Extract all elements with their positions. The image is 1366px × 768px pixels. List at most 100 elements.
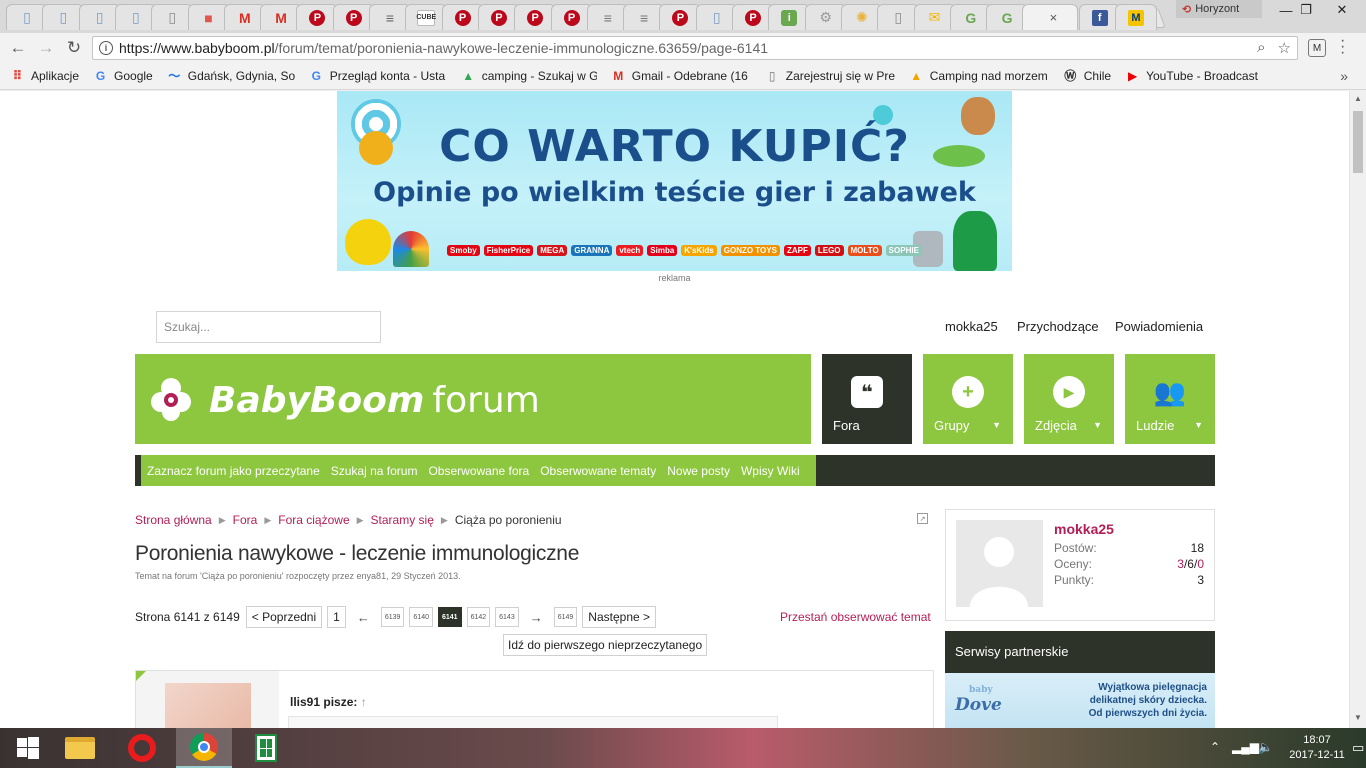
people-icon: 👥 bbox=[1153, 376, 1187, 407]
next-page-button[interactable]: Następne > bbox=[582, 606, 657, 628]
page-skip-right-icon[interactable]: → bbox=[530, 610, 543, 625]
subnav-new-posts[interactable]: Nowe posty bbox=[667, 464, 730, 478]
nav-tile-zdjecia[interactable]: ▶ Zdjęcia ▼ bbox=[1024, 354, 1114, 444]
browser-tab-active[interactable]: × bbox=[1022, 4, 1079, 30]
browser-tab[interactable]: P bbox=[514, 4, 557, 30]
chevron-down-icon[interactable]: ▼ bbox=[1093, 420, 1102, 430]
page-icon: ▯ bbox=[768, 68, 776, 83]
close-tab-icon[interactable]: × bbox=[1050, 10, 1058, 25]
subnav-watched-threads[interactable]: Obserwowane tematy bbox=[540, 464, 656, 478]
chrome-menu-icon[interactable]: · · · bbox=[1340, 33, 1345, 61]
browser-tab[interactable]: ▯ bbox=[877, 4, 920, 30]
page-link[interactable]: 6142 bbox=[466, 607, 491, 627]
bar-icon: ≡ bbox=[603, 9, 612, 26]
scrollbar-thumb[interactable] bbox=[1353, 111, 1363, 173]
bookmark-star-icon[interactable]: ☆ bbox=[1278, 39, 1291, 57]
nav-tile-grupy[interactable]: + Grupy ▼ bbox=[923, 354, 1013, 444]
network-icon[interactable]: ▂▄▆ bbox=[1232, 740, 1259, 754]
bookmark-item[interactable]: 〜 Gdańsk, Gdynia, Sopo bbox=[167, 68, 295, 84]
opera-icon[interactable] bbox=[114, 728, 170, 768]
windows-start-icon[interactable] bbox=[0, 728, 56, 768]
spreadsheet-icon[interactable] bbox=[238, 728, 294, 768]
browser-tab[interactable]: i bbox=[768, 4, 811, 30]
maximize-button[interactable]: ❐ bbox=[1286, 0, 1326, 20]
avatar[interactable] bbox=[165, 683, 251, 728]
scroll-up-icon[interactable]: ▲ bbox=[1354, 94, 1362, 103]
bookmark-item[interactable]: ▯ Zarejestruj się w Pres bbox=[765, 68, 895, 83]
site-logo-bar[interactable]: BabyBoom forum bbox=[135, 354, 811, 444]
bookmark-item[interactable]: G Google bbox=[93, 68, 153, 83]
bookmark-item[interactable]: M Gmail - Odebrane (16 bbox=[611, 68, 751, 83]
browser-tab[interactable]: ▯ bbox=[42, 4, 85, 30]
bar-icon: ≡ bbox=[640, 9, 649, 26]
subnav-search-forum[interactable]: Szukaj na forum bbox=[331, 464, 418, 478]
quote-jump-icon[interactable]: ↑ bbox=[361, 695, 367, 709]
bookmark-item[interactable]: G Przegląd konta - Usta bbox=[309, 68, 447, 83]
extension-icon[interactable]: M bbox=[1308, 39, 1326, 57]
bookmarks-more-button[interactable]: » bbox=[1340, 68, 1348, 84]
partner-ad[interactable]: baby Dove Wyjątkowa pielęgnacja delikatne… bbox=[945, 673, 1215, 728]
page-last-link[interactable]: 6149 bbox=[553, 607, 578, 627]
breadcrumb-separator-icon: ▶ bbox=[264, 514, 272, 525]
page-first-link[interactable]: 1 bbox=[327, 606, 346, 628]
tray-up-icon[interactable]: ⌃ bbox=[1210, 740, 1220, 754]
clock[interactable]: 18:07 2017-12-11 bbox=[1282, 733, 1352, 763]
ad-banner[interactable]: CO WARTO KUPIĆ? Opinie po wielkim teście… bbox=[337, 91, 1012, 271]
search-input[interactable]: Szukaj... bbox=[156, 311, 381, 343]
scroll-down-icon[interactable]: ▼ bbox=[1354, 713, 1362, 722]
windows-taskbar: ⌃ ▂▄▆ 🔈 18:07 2017-12-11 ▭ bbox=[0, 728, 1366, 768]
page-link[interactable]: 6143 bbox=[495, 607, 519, 627]
nav-tile-ludzie[interactable]: 👥 Ludzie ▼ bbox=[1125, 354, 1215, 444]
bookmark-item[interactable]: ▲ camping - Szukaj w G bbox=[461, 68, 596, 83]
bookmark-item[interactable]: ▶ YouTube - Broadcast bbox=[1125, 68, 1265, 83]
wordpress-icon: Ⓦ bbox=[1064, 69, 1077, 83]
inbox-link[interactable]: Przychodzące bbox=[1017, 319, 1099, 334]
info-icon[interactable]: i bbox=[99, 41, 113, 55]
account-user-link[interactable]: mokka25 bbox=[945, 319, 998, 334]
profile-username[interactable]: mokka25 bbox=[1054, 521, 1114, 537]
bookmark-item[interactable]: Ⓦ Chile bbox=[1063, 68, 1111, 84]
chevron-down-icon[interactable]: ▼ bbox=[1194, 420, 1203, 430]
browser-tab[interactable]: CUBE bbox=[405, 4, 448, 30]
back-button[interactable]: ← bbox=[7, 37, 29, 59]
avatar[interactable] bbox=[956, 520, 1043, 607]
breadcrumb-link[interactable]: Staramy się bbox=[371, 513, 434, 527]
ad-brand-logos: Smoby FisherPrice MEGA GRANNA vtech Simb… bbox=[447, 245, 922, 256]
subnav-mark-read[interactable]: Zaznacz forum jako przeczytane bbox=[147, 464, 320, 478]
chevron-down-icon[interactable]: ▼ bbox=[992, 420, 1001, 430]
breadcrumb-link[interactable]: Fora bbox=[233, 513, 258, 527]
volume-icon[interactable]: 🔈 bbox=[1258, 740, 1273, 754]
chat-bubbles-icon: ❝ bbox=[851, 376, 883, 408]
notifications-icon[interactable]: ▭ bbox=[1352, 740, 1364, 756]
chrome-icon[interactable] bbox=[176, 728, 232, 768]
unwatch-thread-link[interactable]: Przestań obserwować temat bbox=[780, 610, 931, 624]
zoom-icon[interactable]: ⌕ bbox=[1257, 39, 1265, 57]
alerts-link[interactable]: Powiadomienia bbox=[1115, 319, 1203, 334]
address-bar[interactable]: i https://www.babyboom.pl/forum/temat/po… bbox=[92, 36, 1298, 60]
breadcrumb-link[interactable]: Strona główna bbox=[135, 513, 212, 527]
ad-label: reklama bbox=[658, 273, 691, 283]
bookmark-item[interactable]: ▲ Camping nad morzem bbox=[909, 68, 1049, 83]
forward-button[interactable]: → bbox=[35, 37, 57, 59]
page-scrollbar[interactable]: ▲ ▼ bbox=[1349, 91, 1366, 728]
prev-page-button[interactable]: < Poprzedni bbox=[245, 606, 323, 628]
profile-button[interactable]: ⟲ Horyzont bbox=[1176, 0, 1262, 18]
browser-tab[interactable]: ▯ bbox=[151, 4, 194, 30]
browser-tab[interactable]: M bbox=[1115, 4, 1157, 30]
first-unread-button[interactable]: Idź do pierwszego nieprzeczytanego bbox=[503, 634, 708, 656]
breadcrumb-link[interactable]: Fora ciążowe bbox=[278, 513, 349, 527]
nav-tile-fora[interactable]: ❝ Fora bbox=[822, 354, 912, 444]
bookmark-item[interactable]: ⠿ Aplikacje bbox=[10, 68, 79, 83]
reload-button[interactable]: ↻ bbox=[63, 37, 85, 59]
profile-icon: ⟲ bbox=[1182, 3, 1192, 16]
page-link[interactable]: 6139 bbox=[380, 607, 405, 627]
file-explorer-icon[interactable] bbox=[52, 728, 108, 768]
subnav-watched-forums[interactable]: Obserwowane fora bbox=[428, 464, 529, 478]
page-link[interactable]: 6140 bbox=[409, 607, 433, 627]
page-skip-left-icon[interactable]: ← bbox=[357, 610, 370, 625]
page-viewport: CO WARTO KUPIĆ? Opinie po wielkim teście… bbox=[0, 91, 1349, 728]
subnav-wiki[interactable]: Wpisy Wiki bbox=[741, 464, 800, 478]
pinterest-icon: P bbox=[527, 9, 544, 26]
close-window-button[interactable]: ✕ bbox=[1322, 0, 1362, 20]
external-link-icon[interactable]: ↗ bbox=[917, 513, 928, 524]
